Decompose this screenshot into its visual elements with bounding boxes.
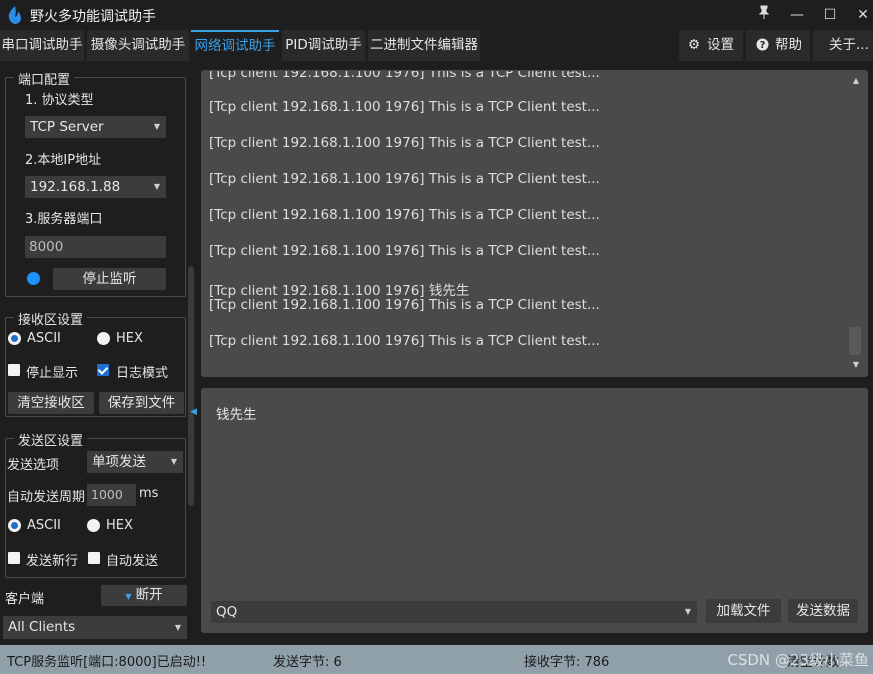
svg-text:?: ?: [759, 40, 765, 51]
recv-ascii-radio[interactable]: [8, 332, 21, 345]
minimize-button[interactable]: —: [783, 4, 811, 26]
scroll-down-icon[interactable]: ▼: [853, 360, 859, 369]
chevron-down-icon: ▼: [170, 457, 177, 466]
chevron-down-icon: ▼: [153, 122, 160, 131]
local-ip-label: 2.本地IP地址: [25, 153, 102, 168]
clients-value: All Clients: [8, 619, 76, 635]
tab-camera[interactable]: 摄像头调试助手: [87, 30, 189, 61]
client-label: 客户端: [5, 592, 45, 607]
tab-network[interactable]: 网络调试助手: [191, 30, 279, 61]
disconnect-button[interactable]: ▼ 断开: [101, 585, 187, 606]
pin-icon[interactable]: [750, 4, 778, 26]
gear-icon: ⚙: [687, 37, 701, 53]
send-settings-title: 发送区设置: [14, 430, 88, 449]
recv-line: [Tcp client 192.168.1.100 1976] This is …: [209, 243, 600, 259]
close-button[interactable]: ✕: [849, 4, 873, 26]
about-button[interactable]: 关于...: [813, 30, 873, 61]
app-title: 野火多功能调试助手: [30, 9, 156, 25]
auto-period-label: 自动发送周期: [7, 490, 86, 505]
tab-binary-editor[interactable]: 二进制文件编辑器: [368, 30, 480, 61]
recv-line: [Tcp client 192.168.1.100 1976] This is …: [209, 207, 600, 223]
stop-listen-button[interactable]: 停止监听: [53, 268, 166, 290]
send-history-select[interactable]: QQ ▼: [211, 601, 697, 623]
listen-status: TCP服务监听[端口:8000]已启动!!: [7, 655, 207, 670]
stop-display-label: 停止显示: [26, 366, 79, 381]
recv-line: [Tcp client 192.168.1.100 1976] This is …: [209, 171, 600, 187]
log-mode-label: 日志模式: [116, 366, 169, 381]
log-mode-checkbox[interactable]: [97, 364, 109, 376]
help-label: 帮助: [775, 37, 802, 53]
clients-select[interactable]: All Clients ▼: [3, 616, 187, 639]
recv-line: [Tcp client 192.168.1.100 1976] This is …: [209, 297, 600, 313]
protocol-label: 1. 协议类型: [25, 93, 94, 108]
recv-settings-title: 接收区设置: [14, 309, 88, 328]
recv-ascii-label: ASCII: [27, 331, 61, 346]
flame-logo-icon: [8, 6, 21, 24]
send-ascii-radio[interactable]: [8, 519, 21, 532]
help-button[interactable]: ? 帮助: [746, 30, 810, 61]
title-bar: 野火多功能调试助手 — ☐ ✕: [0, 0, 873, 30]
send-option-value: 单项发送: [92, 454, 146, 470]
chevron-down-icon: ▼: [174, 623, 181, 632]
local-ip-select[interactable]: 192.168.1.88 ▼: [25, 176, 166, 198]
chevron-down-icon: ▼: [684, 607, 691, 616]
scroll-up-icon[interactable]: ▲: [853, 76, 859, 85]
recv-line: [Tcp client 192.168.1.100 1976] This is …: [209, 333, 600, 349]
recv-line: [Tcp client 192.168.1.100 1976] This is …: [209, 99, 600, 115]
status-bar: TCP服务监听[端口:8000]已启动!! 发送字节: 6 接收字节: 786 …: [0, 645, 873, 674]
sent-bytes: 发送字节: 6: [273, 655, 342, 670]
send-data-button[interactable]: 发送数据: [788, 599, 858, 623]
status-led-icon: [27, 272, 40, 285]
send-area[interactable]: 钱先生 QQ ▼ 加载文件 发送数据: [201, 388, 868, 633]
chevron-down-icon: ▼: [153, 182, 160, 191]
server-port-input[interactable]: 8000: [25, 236, 166, 258]
auto-period-input[interactable]: 1000: [87, 484, 136, 506]
send-hex-radio[interactable]: [87, 519, 100, 532]
recv-scrollbar-thumb[interactable]: [849, 327, 861, 355]
recv-settings-group: 接收区设置 ASCII HEX 停止显示 日志模式 清空接收区 保存到文件: [5, 309, 186, 417]
auto-period-unit: ms: [139, 486, 159, 501]
recv-line: [Tcp client 192.168.1.100 1976] This is …: [209, 135, 600, 151]
send-history-value: QQ: [216, 604, 238, 620]
recv-hex-label: HEX: [116, 331, 143, 346]
send-newline-label: 发送新行: [26, 554, 79, 569]
collapse-arrow-icon[interactable]: ◀: [190, 407, 197, 417]
help-icon: ?: [755, 30, 769, 61]
left-panel: 端口配置 1. 协议类型 TCP Server ▼ 2.本地IP地址 192.16…: [0, 61, 197, 645]
watermark: CSDN @23级小菜鱼: [727, 651, 869, 669]
send-option-label: 发送选项: [7, 458, 60, 473]
local-ip-value: 192.168.1.88: [30, 179, 121, 195]
tab-serial[interactable]: 串口调试助手: [0, 30, 84, 61]
server-port-label: 3.服务器端口: [25, 212, 103, 227]
stop-display-checkbox[interactable]: [8, 364, 20, 376]
auto-send-label: 自动发送: [106, 554, 159, 569]
tab-bar: 串口调试助手 摄像头调试助手 网络调试助手 PID调试助手 二进制文件编辑器 ⚙…: [0, 30, 873, 61]
chevron-down-icon: ▼: [125, 592, 132, 601]
load-file-button[interactable]: 加载文件: [706, 599, 781, 623]
maximize-button[interactable]: ☐: [816, 4, 844, 26]
protocol-select[interactable]: TCP Server ▼: [25, 116, 166, 138]
recv-hex-radio[interactable]: [97, 332, 110, 345]
send-option-select[interactable]: 单项发送 ▼: [87, 451, 183, 473]
recv-bytes: 接收字节: 786: [524, 655, 610, 670]
send-newline-checkbox[interactable]: [8, 552, 20, 564]
auto-send-checkbox[interactable]: [88, 552, 100, 564]
settings-button[interactable]: ⚙ 设置: [679, 30, 743, 61]
recv-line: [Tcp client 192.168.1.100 1976] This is …: [209, 70, 600, 81]
disconnect-label: 断开: [135, 587, 163, 603]
send-text[interactable]: 钱先生: [216, 403, 257, 423]
save-to-file-button[interactable]: 保存到文件: [99, 392, 184, 414]
tab-pid[interactable]: PID调试助手: [282, 30, 365, 61]
settings-label: 设置: [707, 37, 734, 53]
clear-recv-button[interactable]: 清空接收区: [8, 392, 94, 414]
left-scrollbar[interactable]: [188, 266, 194, 506]
send-hex-label: HEX: [106, 518, 133, 533]
recv-line: [Tcp client 192.168.1.100 1976] 钱先生: [209, 283, 470, 299]
protocol-value: TCP Server: [30, 119, 104, 135]
send-ascii-label: ASCII: [27, 518, 61, 533]
send-settings-group: 发送区设置 发送选项 单项发送 ▼ 自动发送周期 1000 ms ASCII HE…: [5, 430, 186, 578]
port-config-title: 端口配置: [14, 69, 75, 88]
receive-area[interactable]: [Tcp client 192.168.1.100 1976] This is …: [201, 70, 868, 377]
port-config-group: 端口配置 1. 协议类型 TCP Server ▼ 2.本地IP地址 192.16…: [5, 69, 186, 297]
